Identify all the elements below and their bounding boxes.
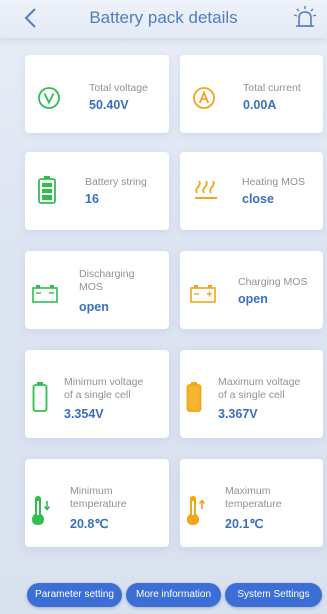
- thermometer-down-icon: [32, 496, 51, 525]
- charging-mos-label: Charging MOS: [238, 276, 308, 288]
- discharging-mos-value: open: [79, 300, 109, 314]
- max-cell-voltage-value: 3.367V: [218, 407, 258, 421]
- battery-string-label: Battery string: [85, 176, 147, 188]
- total-current-card: Total current 0.00A: [180, 55, 323, 133]
- discharging-mos-label-line1: Discharging: [79, 268, 135, 280]
- page-title: Battery pack details: [89, 8, 238, 27]
- alarm-button[interactable]: [291, 4, 319, 32]
- parameter-setting-button[interactable]: Parameter setting: [27, 583, 122, 607]
- voltage-icon: [38, 87, 60, 109]
- min-cell-voltage-card: Minimum voltage of a single cell 3.354V: [25, 350, 169, 438]
- discharging-mos-label-line2: MOS: [79, 281, 103, 293]
- battery-high-icon: [186, 382, 202, 412]
- heating-mos-label: Heating MOS: [242, 176, 306, 188]
- battery-icon: [38, 176, 56, 204]
- min-temperature-card: Minimum temperature 20.8℃: [25, 459, 169, 547]
- max-cell-voltage-label: Maximum voltage of a single cell: [218, 376, 300, 402]
- min-temperature-value: 20.8℃: [70, 517, 109, 531]
- min-cell-voltage-label-line2: of a single cell: [64, 389, 131, 401]
- thermometer-up-icon: [187, 496, 206, 525]
- min-temperature-label: Minimum temperature: [70, 485, 127, 511]
- max-temperature-value: 20.1℃: [225, 517, 264, 531]
- total-voltage-card: Total voltage 50.40V: [25, 55, 169, 133]
- charging-battery-icon: [190, 285, 216, 303]
- battery-string-card: Battery string 16: [25, 152, 169, 230]
- total-current-value: 0.00A: [243, 98, 277, 112]
- max-temperature-label-line2: temperature: [225, 498, 282, 510]
- max-cell-voltage-label-line2: of a single cell: [218, 389, 285, 401]
- max-cell-voltage-label-line1: Maximum voltage: [218, 376, 301, 388]
- heating-mos-value: close: [242, 192, 274, 206]
- min-temperature-label-line1: Minimum: [70, 485, 113, 497]
- max-temperature-card: Maximum temperature 20.1℃: [180, 459, 323, 547]
- total-current-label: Total current: [243, 82, 301, 94]
- min-cell-voltage-value: 3.354V: [64, 407, 104, 421]
- alarm-icon: [293, 6, 317, 27]
- heating-icon: [195, 180, 217, 199]
- discharging-battery-icon: [32, 285, 58, 303]
- charging-mos-value: open: [238, 292, 268, 306]
- discharging-mos-card: Discharging MOS open: [25, 251, 169, 329]
- system-settings-button[interactable]: System Settings: [225, 583, 322, 607]
- min-cell-voltage-label: Minimum voltage of a single cell: [64, 376, 143, 402]
- max-temperature-label-line1: Maximum: [225, 485, 271, 497]
- total-voltage-value: 50.40V: [89, 98, 129, 112]
- max-cell-voltage-card: Maximum voltage of a single cell 3.367V: [180, 350, 323, 438]
- battery-low-icon: [32, 382, 48, 412]
- header-bar: Battery pack details: [0, 0, 327, 38]
- charging-mos-card: Charging MOS open: [180, 251, 323, 329]
- more-information-button[interactable]: More information: [126, 583, 221, 607]
- battery-string-value: 16: [85, 192, 99, 206]
- max-temperature-label: Maximum temperature: [225, 485, 282, 511]
- heating-mos-card: Heating MOS close: [180, 152, 323, 230]
- min-temperature-label-line2: temperature: [70, 498, 127, 510]
- total-voltage-label: Total voltage: [89, 82, 148, 94]
- discharging-mos-label: Discharging MOS: [79, 268, 134, 294]
- min-cell-voltage-label-line1: Minimum voltage: [64, 376, 144, 388]
- current-icon: [193, 87, 215, 109]
